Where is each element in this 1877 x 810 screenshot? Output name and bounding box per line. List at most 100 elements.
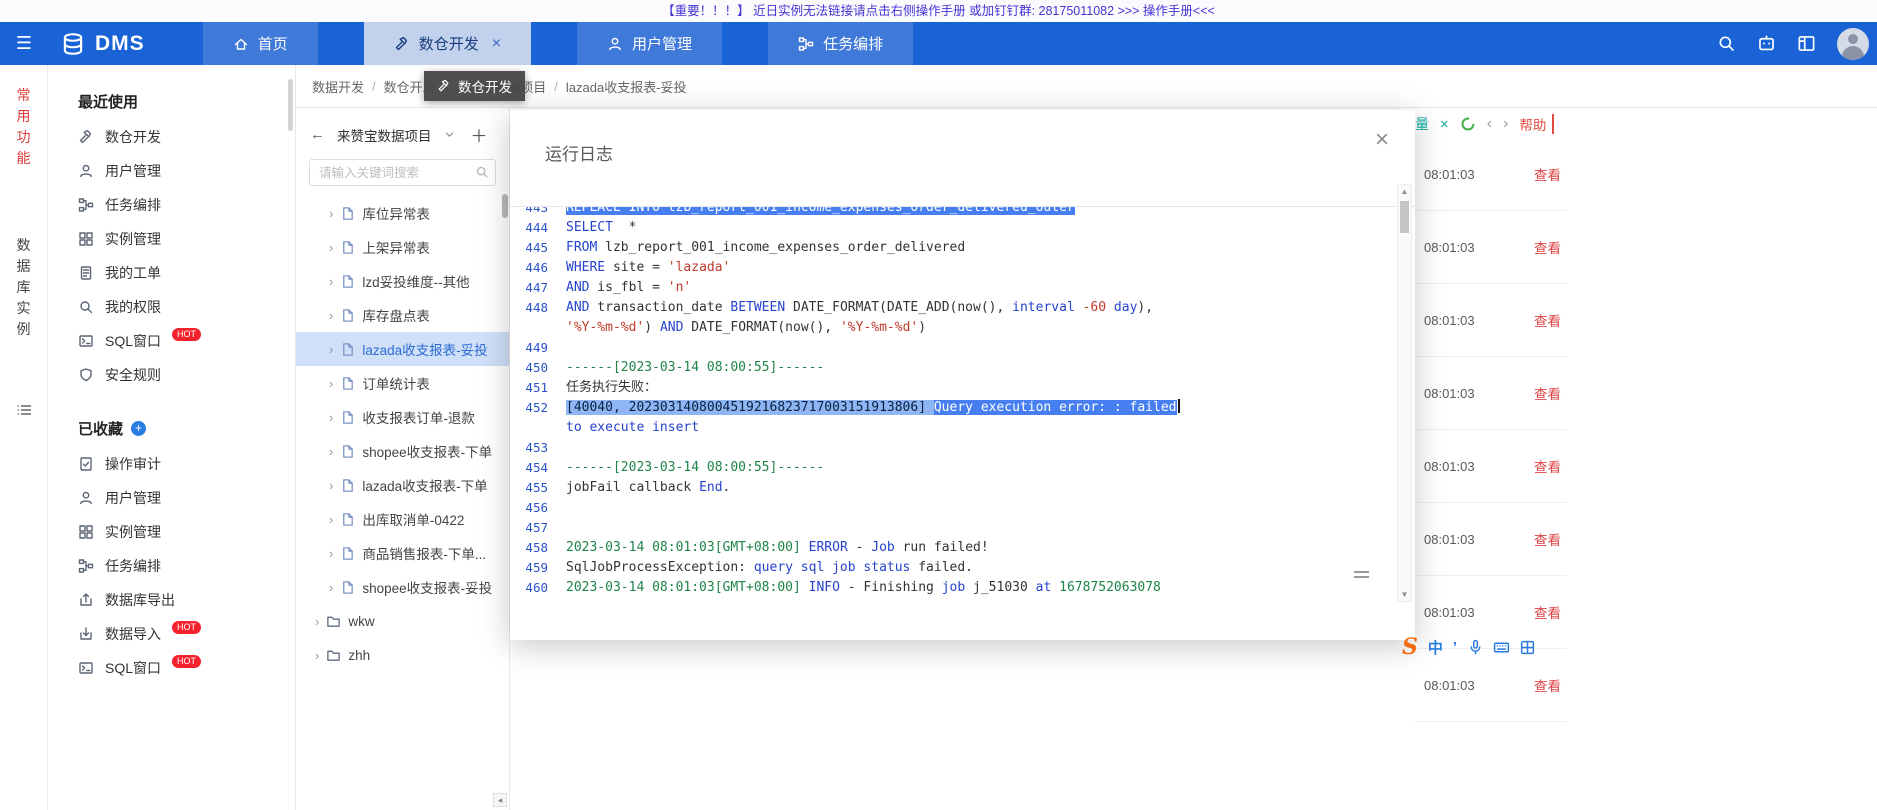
- scroll-up-icon[interactable]: ▲: [1398, 187, 1411, 196]
- notice-manual-link[interactable]: >>> 操作手册<<<: [1118, 4, 1215, 18]
- view-link[interactable]: 查看: [1534, 675, 1561, 695]
- panel-tab-close-icon[interactable]: ×: [1440, 116, 1449, 133]
- rail-item-common-functions[interactable]: 常用功能: [16, 85, 32, 169]
- view-link[interactable]: 查看: [1534, 164, 1561, 184]
- view-link[interactable]: 查看: [1534, 383, 1561, 403]
- menu-item-安全规则[interactable]: 安全规则: [48, 358, 295, 392]
- menu-item-用户管理[interactable]: 用户管理: [48, 481, 295, 515]
- nav-tab-数仓开发[interactable]: 数仓开发 ×: [363, 22, 532, 65]
- tree-scroll-left-icon[interactable]: ◂: [493, 793, 507, 807]
- nav-tab-首页[interactable]: 首页: [202, 22, 318, 65]
- chevron-right-icon[interactable]: ›: [329, 580, 333, 595]
- ime-lang-toggle[interactable]: 中: [1428, 637, 1443, 658]
- sogou-logo-icon[interactable]: S: [1402, 634, 1418, 660]
- log-segment: Query execution error: : failed: [933, 400, 1177, 415]
- chevron-right-icon[interactable]: ›: [329, 274, 333, 289]
- menu-item-我的工单[interactable]: 我的工单: [48, 256, 295, 290]
- chevron-right-icon[interactable]: ›: [329, 478, 333, 493]
- menu-item-我的权限[interactable]: 我的权限: [48, 290, 295, 324]
- scrollbar-thumb[interactable]: [1400, 201, 1409, 233]
- search-icon[interactable]: [475, 165, 489, 179]
- user-icon: [607, 36, 623, 52]
- menu-item-数据库导出[interactable]: 数据库导出: [48, 583, 295, 617]
- view-link[interactable]: 查看: [1534, 602, 1561, 622]
- tree-item-商品销售报表-下单...[interactable]: › 商品销售报表-下单...: [296, 536, 509, 570]
- menu-item-数据导入[interactable]: 数据导入 HOT: [48, 617, 295, 651]
- menu-item-操作审计[interactable]: 操作审计: [48, 447, 295, 481]
- chevron-right-icon[interactable]: ›: [329, 376, 333, 391]
- resize-grip-icon[interactable]: [1354, 571, 1369, 578]
- hamburger-menu-icon[interactable]: ☰: [0, 33, 48, 54]
- search-input[interactable]: [309, 159, 496, 186]
- breadcrumb-item[interactable]: 数据开发: [312, 77, 364, 96]
- tree-item-shopee收支报表-下单[interactable]: › shopee收支报表-下单: [296, 434, 509, 468]
- add-node-button[interactable]: ＋: [471, 122, 488, 147]
- add-favorite-button[interactable]: +: [131, 421, 147, 436]
- log-line: 446 WHERE site = 'lazada': [510, 258, 1415, 278]
- mic-icon[interactable]: [1467, 639, 1484, 656]
- breadcrumb-item[interactable]: lazada收支报表-妥投: [566, 77, 687, 96]
- tree-item-订单统计表[interactable]: › 订单统计表: [296, 366, 509, 400]
- project-name[interactable]: 来赞宝数据项目: [337, 125, 432, 145]
- tree-item-lzd妥投维度--其他[interactable]: › lzd妥投维度--其他: [296, 264, 509, 298]
- panel-scrollbar[interactable]: [288, 79, 293, 131]
- chevron-right-icon[interactable]: ›: [329, 308, 333, 323]
- view-link[interactable]: 查看: [1534, 456, 1561, 476]
- menu-item-数仓开发[interactable]: 数仓开发: [48, 120, 295, 154]
- dms-brand[interactable]: DMS: [60, 31, 145, 57]
- tree-search: [309, 159, 496, 186]
- nav-tab-任务编排[interactable]: 任务编排: [768, 22, 914, 65]
- menu-item-SQL窗口[interactable]: SQL窗口 HOT: [48, 324, 295, 358]
- search-icon[interactable]: [1717, 34, 1736, 53]
- rail-item-database-instances[interactable]: 数据库实例: [16, 235, 32, 340]
- tree-item-库位异常表[interactable]: › 库位异常表: [296, 196, 509, 230]
- log-segment: is_fbl =: [589, 280, 668, 295]
- chevron-right-icon[interactable]: ›: [329, 546, 333, 561]
- tree-item-shopee收支报表-妥投[interactable]: › shopee收支报表-妥投: [296, 570, 509, 604]
- avatar[interactable]: [1837, 27, 1869, 60]
- close-icon[interactable]: ×: [1375, 128, 1389, 152]
- chevron-right-icon[interactable]: ›: [329, 444, 333, 459]
- panel-tab-fragment[interactable]: 量: [1415, 114, 1429, 134]
- modal-scrollbar[interactable]: ▲ ▼: [1397, 184, 1412, 602]
- menu-item-实例管理[interactable]: 实例管理: [48, 515, 295, 549]
- layout-icon[interactable]: [1797, 34, 1816, 53]
- page-prev-icon[interactable]: ‹: [1487, 115, 1492, 133]
- collapse-list-icon[interactable]: [16, 402, 32, 418]
- tree-item-lazada收支报表-妥投[interactable]: › lazada收支报表-妥投: [296, 332, 509, 366]
- chevron-right-icon[interactable]: ›: [329, 512, 333, 527]
- chevron-right-icon[interactable]: ›: [315, 614, 319, 629]
- view-link[interactable]: 查看: [1534, 310, 1561, 330]
- puzzle-icon[interactable]: [1519, 639, 1536, 656]
- scroll-down-icon[interactable]: ▼: [1398, 590, 1411, 599]
- tree-item-收支报表订单-退款[interactable]: › 收支报表订单-退款: [296, 400, 509, 434]
- tree-item-lazada收支报表-下单[interactable]: › lazada收支报表-下单: [296, 468, 509, 502]
- menu-item-任务编排[interactable]: 任务编排: [48, 549, 295, 583]
- back-arrow-icon[interactable]: ←: [310, 126, 325, 143]
- chevron-down-icon[interactable]: [444, 129, 455, 140]
- menu-item-实例管理[interactable]: 实例管理: [48, 222, 295, 256]
- page-next-icon[interactable]: ›: [1503, 115, 1508, 133]
- tree-folder-zhh[interactable]: › zhh: [296, 638, 509, 672]
- help-link[interactable]: 帮助: [1519, 114, 1555, 134]
- chevron-right-icon[interactable]: ›: [329, 410, 333, 425]
- tree-item-出库取消单-0422[interactable]: › 出库取消单-0422: [296, 502, 509, 536]
- ime-punct-toggle[interactable]: ’: [1453, 639, 1457, 656]
- chevron-right-icon[interactable]: ›: [329, 206, 333, 221]
- menu-item-任务编排[interactable]: 任务编排: [48, 188, 295, 222]
- tree-item-上架异常表[interactable]: › 上架异常表: [296, 230, 509, 264]
- tree-scrollbar[interactable]: [502, 194, 508, 218]
- keyboard-icon[interactable]: [1493, 639, 1510, 656]
- view-link[interactable]: 查看: [1534, 237, 1561, 257]
- assistant-icon[interactable]: [1757, 34, 1776, 53]
- tab-close-icon[interactable]: ×: [492, 35, 501, 53]
- chevron-right-icon[interactable]: ›: [329, 342, 333, 357]
- tree-folder-wkw[interactable]: › wkw: [296, 604, 509, 638]
- menu-item-SQL窗口[interactable]: SQL窗口 HOT: [48, 651, 295, 685]
- nav-tab-用户管理[interactable]: 用户管理: [577, 22, 723, 65]
- menu-item-用户管理[interactable]: 用户管理: [48, 154, 295, 188]
- tree-item-库存盘点表[interactable]: › 库存盘点表: [296, 298, 509, 332]
- view-link[interactable]: 查看: [1534, 529, 1561, 549]
- chevron-right-icon[interactable]: ›: [315, 648, 319, 663]
- chevron-right-icon[interactable]: ›: [329, 240, 333, 255]
